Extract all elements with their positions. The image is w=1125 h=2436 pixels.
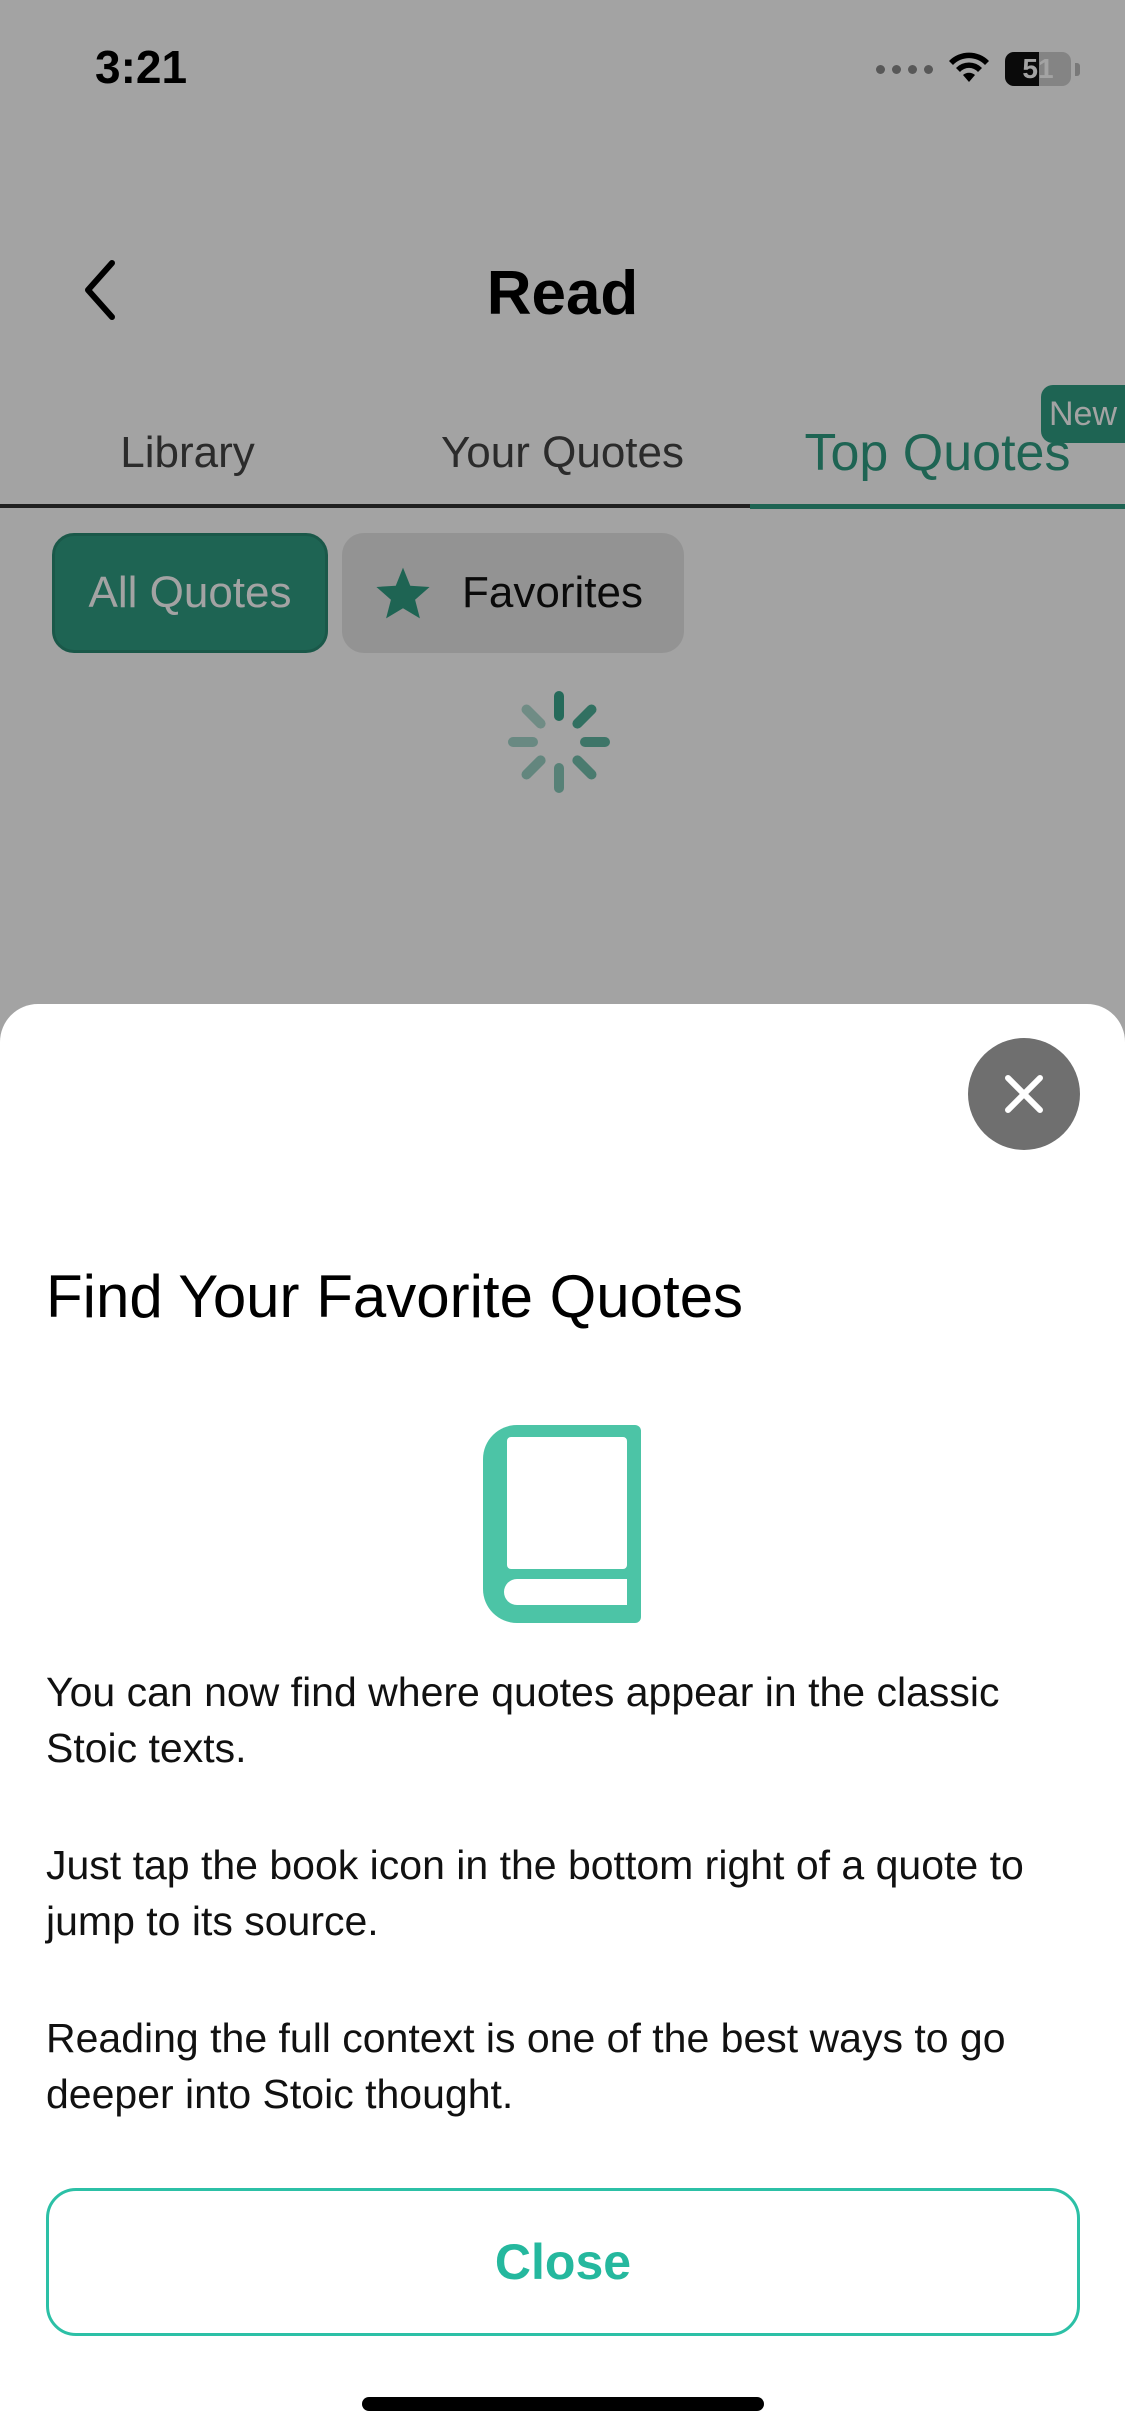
close-button[interactable]: Close [46,2188,1080,2336]
description-paragraph: Reading the full context is one of the b… [46,2015,1006,2117]
feature-bottom-sheet: Find Your Favorite Quotes You can now fi… [0,1004,1125,2436]
sheet-title: Find Your Favorite Quotes [46,1263,744,1330]
book-icon [483,1425,641,1623]
home-indicator[interactable] [362,2397,764,2411]
dismiss-button[interactable] [968,1038,1080,1150]
close-button-label: Close [494,2234,632,2290]
description-paragraph: Just tap the book icon in the bottom rig… [46,1842,1024,1944]
description-paragraph: You can now find where quotes appear in … [46,1669,1000,1771]
close-icon [1005,1075,1043,1113]
